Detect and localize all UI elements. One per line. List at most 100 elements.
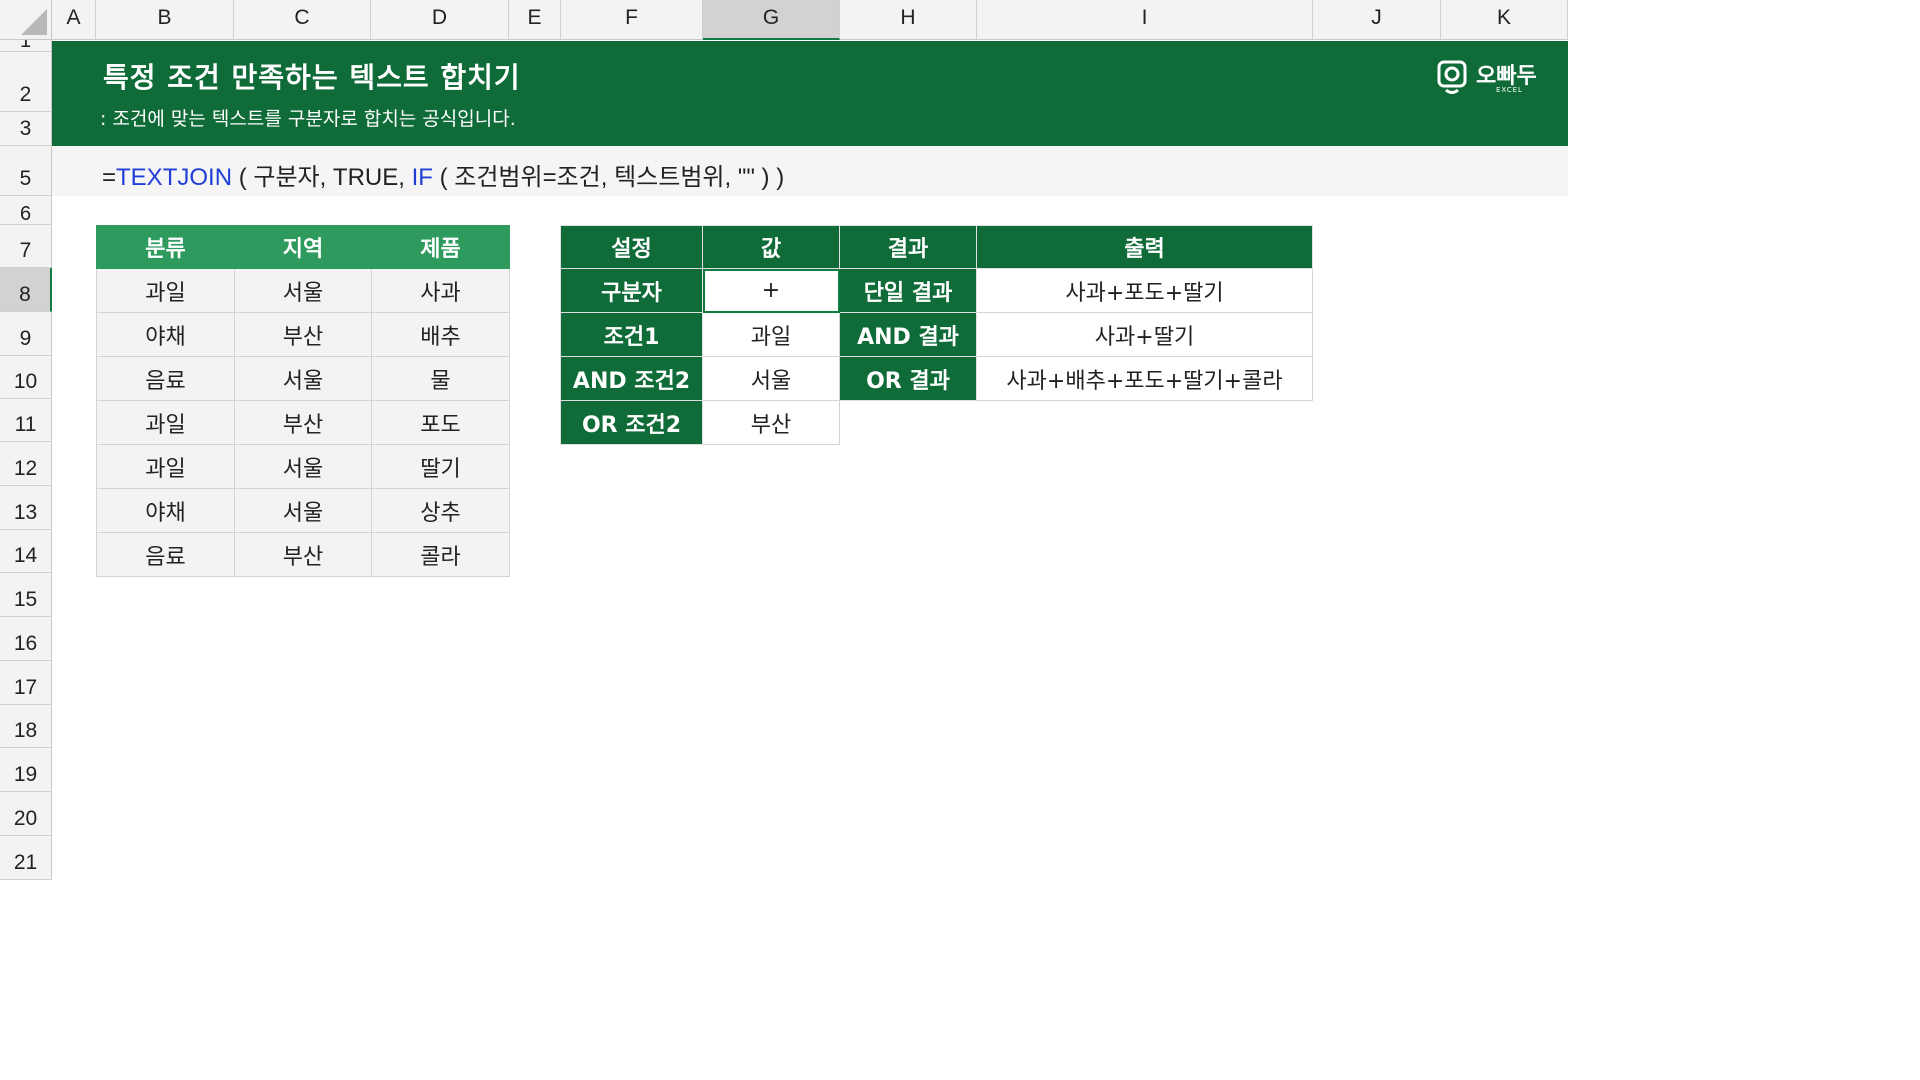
row-header-13[interactable]: 13 [0,486,52,530]
row-header-14[interactable]: 14 [0,530,52,573]
settings-value-cell[interactable]: 사과+포도+딸기 [976,268,1313,313]
data-table-row: 과일 서울 딸기 [96,444,510,489]
settings-header-row: 설정 값 결과 출력 [560,225,1313,269]
settings-header-cell: 값 [702,225,840,269]
sheet-subtitle: : 조건에 맞는 텍스트를 구분자로 합치는 공식입니다. [100,108,516,130]
row-header-17[interactable]: 17 [0,661,52,705]
settings-label-cell[interactable]: 구분자 [560,268,703,313]
row-header-5[interactable]: 5 [0,146,52,196]
settings-label-cell[interactable]: AND 조건2 [560,356,703,401]
data-table-cell[interactable]: 배추 [371,312,510,357]
sheet-title: 특정 조건 만족하는 텍스트 합치기 [103,61,521,94]
logo-subtext: EXCEL [1496,86,1523,94]
data-table-row: 과일 서울 사과 [96,268,510,313]
column-header-I[interactable]: I [977,0,1313,40]
row-header-2[interactable]: 2 [0,52,52,112]
data-table-row: 음료 부산 콜라 [96,532,510,577]
row-header-10[interactable]: 10 [0,356,52,399]
column-header-F[interactable]: F [561,0,703,40]
active-cell[interactable]: + [702,268,840,313]
settings-value-cell[interactable]: 부산 [702,400,840,445]
settings-header-cell: 설정 [560,225,703,269]
settings-label-cell[interactable]: OR 결과 [839,356,977,401]
data-table-cell[interactable]: 부산 [234,400,372,445]
formula-fn-textjoin: TEXTJOIN [116,164,233,191]
row-header-16[interactable]: 16 [0,617,52,661]
empty-cell[interactable] [977,401,1313,445]
formula-equals: = [102,164,117,191]
formula-args-2: ( 조건범위=조건, 텍스트범위, "" ) ) [432,164,785,191]
row-header-1[interactable]: 1 [0,40,52,52]
row-header-12[interactable]: 12 [0,442,52,486]
column-header-G[interactable]: G [703,0,840,40]
data-table-cell[interactable]: 야채 [96,488,235,533]
data-table-header-cell: 제품 [371,225,510,269]
empty-cell[interactable] [840,401,977,445]
column-header-H[interactable]: H [840,0,977,40]
data-table: 분류 지역 제품 과일 서울 사과 야채 부산 배추 음료 서울 물 과일 부산 포도 과일 서울 딸기 야채 서울 상… [96,225,510,577]
row-header-19[interactable]: 19 [0,748,52,792]
settings-result-table: 설정 값 결과 출력 구분자 + 단일 결과 사과+포도+딸기 조건1 과일 AND 결과 사과+딸기… [560,225,1313,445]
data-table-cell[interactable]: 야채 [96,312,235,357]
settings-value-cell[interactable]: 과일 [702,312,840,357]
column-header-E[interactable]: E [509,0,561,40]
column-header-K[interactable]: K [1441,0,1568,40]
settings-value-cell[interactable]: 사과+딸기 [976,312,1313,357]
formula-text: =TEXTJOIN ( 구분자, TRUE, IF ( 조건범위=조건, 텍스트… [102,157,784,192]
row-header-20[interactable]: 20 [0,792,52,836]
settings-header-cell: 출력 [976,225,1313,269]
data-table-cell[interactable]: 음료 [96,532,235,577]
data-table-cell[interactable]: 콜라 [371,532,510,577]
data-table-cell[interactable]: 딸기 [371,444,510,489]
settings-value-cell[interactable]: 사과+배추+포도+딸기+콜라 [976,356,1313,401]
data-table-cell[interactable]: 서울 [234,268,372,313]
row-header-8[interactable]: 8 [0,268,52,312]
data-table-row: 야채 부산 배추 [96,312,510,357]
data-table-cell[interactable]: 부산 [234,312,372,357]
data-table-cell[interactable]: 음료 [96,356,235,401]
data-table-header-cell: 지역 [234,225,372,269]
row-header-15[interactable]: 15 [0,573,52,617]
settings-value-cell[interactable]: 서울 [702,356,840,401]
settings-label-cell[interactable]: AND 결과 [839,312,977,357]
data-table-cell[interactable]: 사과 [371,268,510,313]
data-table-row: 야채 서울 상추 [96,488,510,533]
settings-label-cell[interactable]: OR 조건2 [560,400,703,445]
data-table-cell[interactable]: 포도 [371,400,510,445]
data-table-cell[interactable]: 과일 [96,400,235,445]
row-header-6[interactable]: 6 [0,196,52,225]
formula-args-1: ( 구분자, TRUE, [232,164,412,191]
data-table-header-cell: 분류 [96,225,235,269]
settings-label-cell[interactable]: 단일 결과 [839,268,977,313]
select-all-corner[interactable] [0,0,52,40]
data-table-header-row: 분류 지역 제품 [96,225,510,269]
data-table-cell[interactable]: 부산 [234,532,372,577]
row-header-11[interactable]: 11 [0,399,52,442]
column-header-J[interactable]: J [1313,0,1441,40]
data-table-row: 음료 서울 물 [96,356,510,401]
row-header-21[interactable]: 21 [0,836,52,880]
column-header-D[interactable]: D [371,0,509,40]
camera-logo-icon [1437,60,1467,94]
data-table-cell[interactable]: 서울 [234,488,372,533]
data-table-cell[interactable]: 물 [371,356,510,401]
data-table-cell[interactable]: 상추 [371,488,510,533]
data-table-cell[interactable]: 서울 [234,356,372,401]
column-header-B[interactable]: B [96,0,234,40]
settings-row: AND 조건2 서울 OR 결과 사과+배추+포도+딸기+콜라 [560,356,1313,401]
column-header-C[interactable]: C [234,0,371,40]
data-table-cell[interactable]: 과일 [96,268,235,313]
settings-header-cell: 결과 [839,225,977,269]
data-table-cell[interactable]: 과일 [96,444,235,489]
settings-row: 조건1 과일 AND 결과 사과+딸기 [560,312,1313,357]
column-header-A[interactable]: A [52,0,96,40]
formula-fn-if: IF [411,164,433,191]
row-header-18[interactable]: 18 [0,705,52,748]
data-table-cell[interactable]: 서울 [234,444,372,489]
select-all-triangle-icon [21,9,47,35]
row-header-3[interactable]: 3 [0,112,52,146]
settings-row: 구분자 + 단일 결과 사과+포도+딸기 [560,268,1313,313]
row-header-7[interactable]: 7 [0,225,52,268]
settings-label-cell[interactable]: 조건1 [560,312,703,357]
row-header-9[interactable]: 9 [0,312,52,356]
